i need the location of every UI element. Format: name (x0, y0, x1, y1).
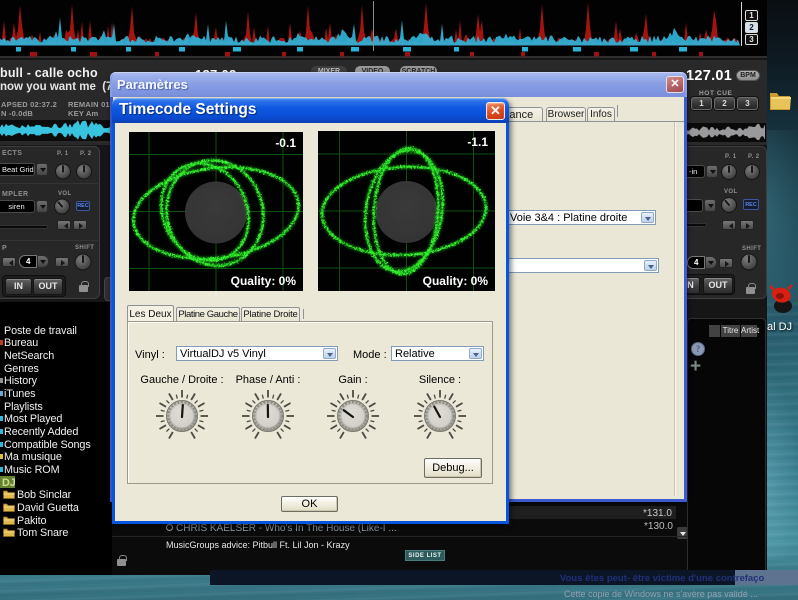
svg-text:?: ? (696, 344, 701, 354)
svg-text:Quality: 0%: Quality: 0% (423, 274, 489, 288)
svg-text:-0.1: -0.1 (275, 136, 296, 150)
svg-text:Quality: 0%: Quality: 0% (231, 274, 297, 288)
svg-text:-1.1: -1.1 (467, 135, 488, 149)
